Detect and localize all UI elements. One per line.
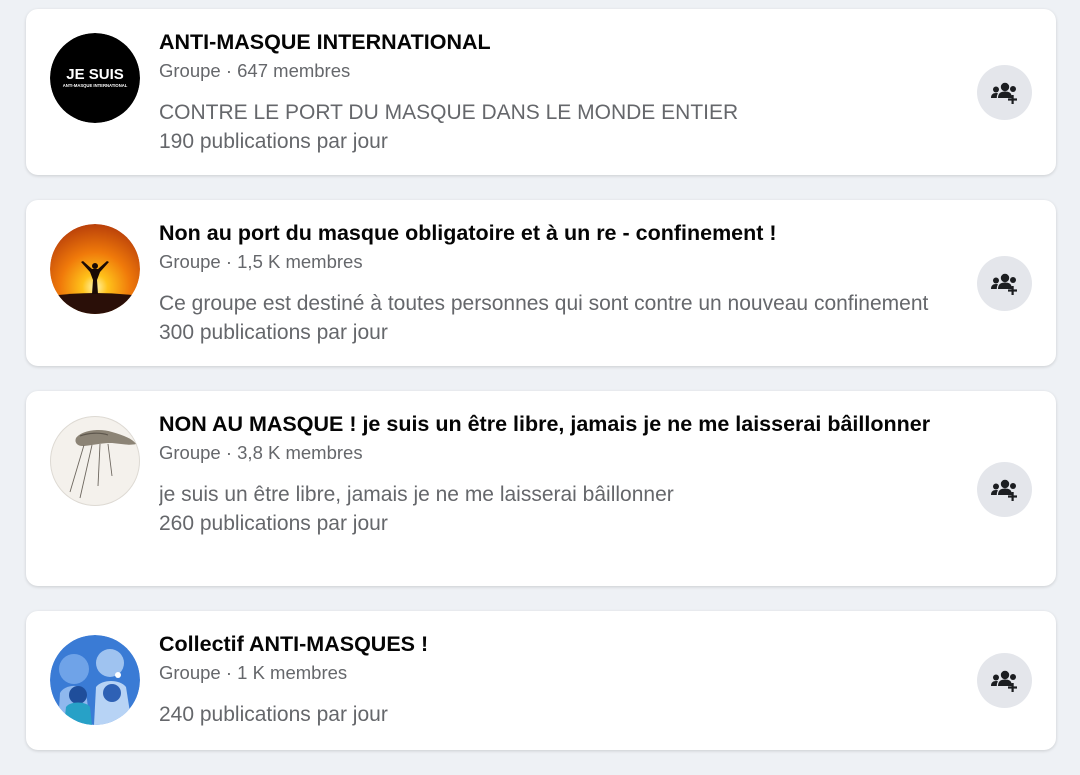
join-group-icon — [990, 670, 1017, 692]
group-meta: Groupe · 1,5 K membres — [159, 251, 363, 272]
join-group-icon — [990, 479, 1017, 501]
group-posts-per-day: 190 publications par jour — [159, 130, 388, 153]
group-posts-per-day: 300 publications par jour — [159, 321, 388, 344]
group-description: je suis un être libre, jamais je ne me l… — [159, 483, 674, 506]
group-avatar[interactable] — [50, 416, 140, 506]
group-posts-per-day: 240 publications par jour — [159, 703, 388, 726]
group-card[interactable]: JE SUIS ANTI-MASQUE INTERNATIONAL ANTI-M… — [26, 9, 1056, 175]
group-meta: Groupe · 3,8 K membres — [159, 442, 363, 463]
group-card[interactable]: Collectif ANTI-MASQUES ! Groupe · 1 K me… — [26, 611, 1056, 750]
puppet-hand — [50, 416, 140, 506]
join-group-button[interactable] — [977, 256, 1032, 311]
group-name[interactable]: Non au port du masque obligatoire et à u… — [159, 219, 961, 248]
svg-text:JE SUIS: JE SUIS — [66, 66, 124, 83]
group-name[interactable]: Collectif ANTI-MASQUES ! — [159, 630, 961, 659]
group-illustration — [50, 635, 140, 725]
join-group-icon — [990, 82, 1017, 104]
join-group-button[interactable] — [977, 653, 1032, 708]
group-description: Ce groupe est destiné à toutes personnes… — [159, 292, 929, 315]
je-suis-logo: JE SUIS ANTI-MASQUE INTERNATIONAL — [50, 33, 140, 123]
group-avatar[interactable] — [50, 224, 140, 314]
group-meta: Groupe · 647 membres — [159, 60, 351, 81]
group-avatar[interactable]: JE SUIS ANTI-MASQUE INTERNATIONAL — [50, 33, 140, 123]
svg-text:ANTI-MASQUE INTERNATIONAL: ANTI-MASQUE INTERNATIONAL — [63, 83, 128, 88]
group-avatar[interactable] — [50, 635, 140, 725]
join-group-icon — [990, 273, 1017, 295]
group-card[interactable]: Non au port du masque obligatoire et à u… — [26, 200, 1056, 366]
group-posts-per-day: 260 publications par jour — [159, 512, 388, 535]
group-name[interactable]: ANTI-MASQUE INTERNATIONAL — [159, 28, 961, 57]
group-description: CONTRE LE PORT DU MASQUE DANS LE MONDE E… — [159, 101, 739, 124]
join-group-button[interactable] — [977, 462, 1032, 517]
group-card[interactable]: NON AU MASQUE ! je suis un être libre, j… — [26, 391, 1056, 586]
join-group-button[interactable] — [977, 65, 1032, 120]
group-name[interactable]: NON AU MASQUE ! je suis un être libre, j… — [159, 410, 961, 439]
group-meta: Groupe · 1 K membres — [159, 662, 348, 683]
sunset-silhouette — [50, 224, 140, 314]
